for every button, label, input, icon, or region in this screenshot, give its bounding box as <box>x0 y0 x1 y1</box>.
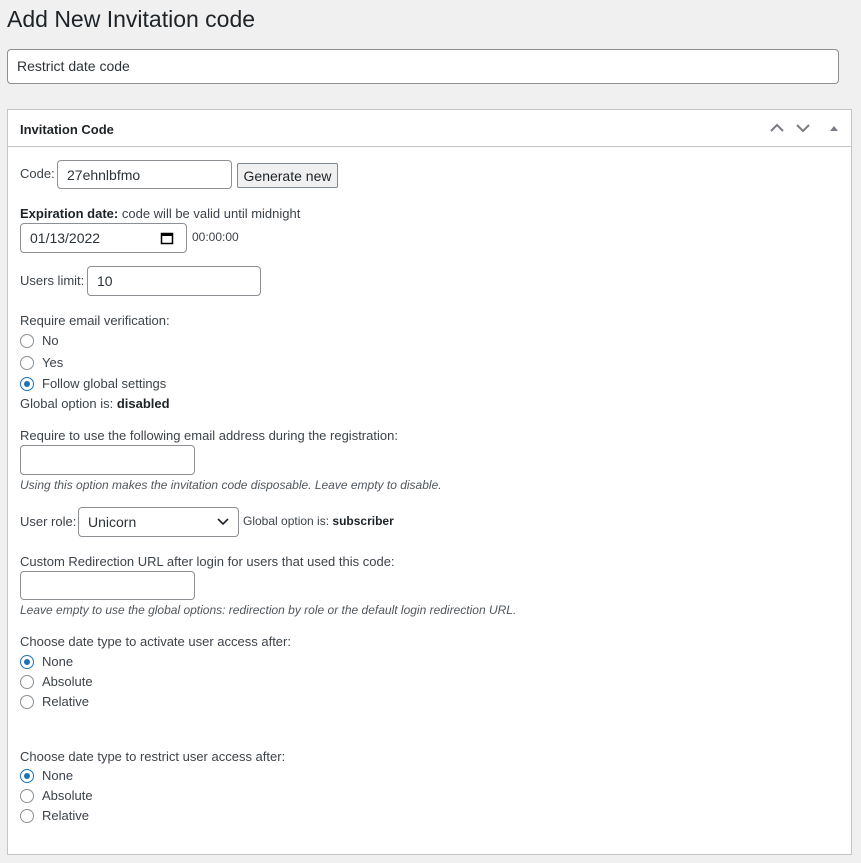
radio-label: None <box>42 768 74 783</box>
user-role-value: Unicorn <box>88 514 137 530</box>
radio-label: None <box>42 654 74 669</box>
radio-email-verification-no[interactable]: No <box>20 333 59 348</box>
radio-label: Follow global settings <box>42 376 167 391</box>
redirect-hint: Leave empty to use the global options: r… <box>20 603 517 617</box>
code-label: Code: <box>20 166 55 181</box>
expiration-date-input[interactable]: 01/13/2022 <box>20 223 187 253</box>
radio-label: Relative <box>42 808 89 823</box>
radio-email-verification-yes[interactable]: Yes <box>20 355 63 370</box>
generate-new-button[interactable]: Generate new <box>237 163 338 188</box>
code-input[interactable]: 27ehnlbfmo <box>57 160 232 189</box>
triangle-up-icon[interactable] <box>829 120 839 136</box>
radio-label: Yes <box>42 355 64 370</box>
expiration-note: code will be valid until midnight <box>118 206 301 221</box>
email-verification-global: Global option is: disabled <box>20 396 170 411</box>
radio-restrict-absolute[interactable]: Absolute <box>20 788 93 803</box>
radio-activate-relative[interactable]: Relative <box>20 694 89 709</box>
title-input[interactable]: Restrict date code <box>7 49 839 84</box>
required-email-label: Require to use the following email addre… <box>20 428 398 443</box>
radio-activate-absolute[interactable]: Absolute <box>20 674 93 689</box>
required-email-input[interactable] <box>20 445 195 475</box>
radio-restrict-relative[interactable]: Relative <box>20 808 89 823</box>
user-role-global: Global option is: subscriber <box>243 514 394 528</box>
box-title: Invitation Code <box>20 122 114 137</box>
box-header: Invitation Code <box>8 110 851 147</box>
expiration-label: Expiration date: <box>20 206 119 221</box>
activate-label: Choose date type to activate user access… <box>20 634 291 649</box>
required-email-hint: Using this option makes the invitation c… <box>20 478 442 492</box>
page-title: Add New Invitation code <box>7 6 256 32</box>
radio-label: Relative <box>42 694 89 709</box>
radio-restrict-none[interactable]: None <box>20 768 73 783</box>
email-verification-label: Require email verification: <box>20 313 170 328</box>
radio-label: Absolute <box>42 674 93 689</box>
chevron-down-icon[interactable] <box>796 120 810 136</box>
users-limit-input[interactable]: 10 <box>87 266 261 296</box>
redirect-url-input[interactable] <box>20 571 195 600</box>
expiration-time: 00:00:00 <box>192 230 239 244</box>
user-role-label: User role: <box>20 514 77 529</box>
calendar-icon[interactable] <box>160 231 174 245</box>
radio-label: Absolute <box>42 788 93 803</box>
radio-label: No <box>42 333 59 348</box>
radio-email-verification-global[interactable]: Follow global settings <box>20 376 166 391</box>
users-limit-label: Users limit: <box>20 273 85 288</box>
radio-activate-none[interactable]: None <box>20 654 73 669</box>
chevron-down-icon <box>217 518 229 526</box>
redirect-label: Custom Redirection URL after login for u… <box>20 554 395 569</box>
date-value: 01/13/2022 <box>30 230 101 246</box>
chevron-up-icon[interactable] <box>770 120 784 136</box>
restrict-label: Choose date type to restrict user access… <box>20 749 286 764</box>
user-role-select[interactable]: Unicorn <box>78 507 239 537</box>
